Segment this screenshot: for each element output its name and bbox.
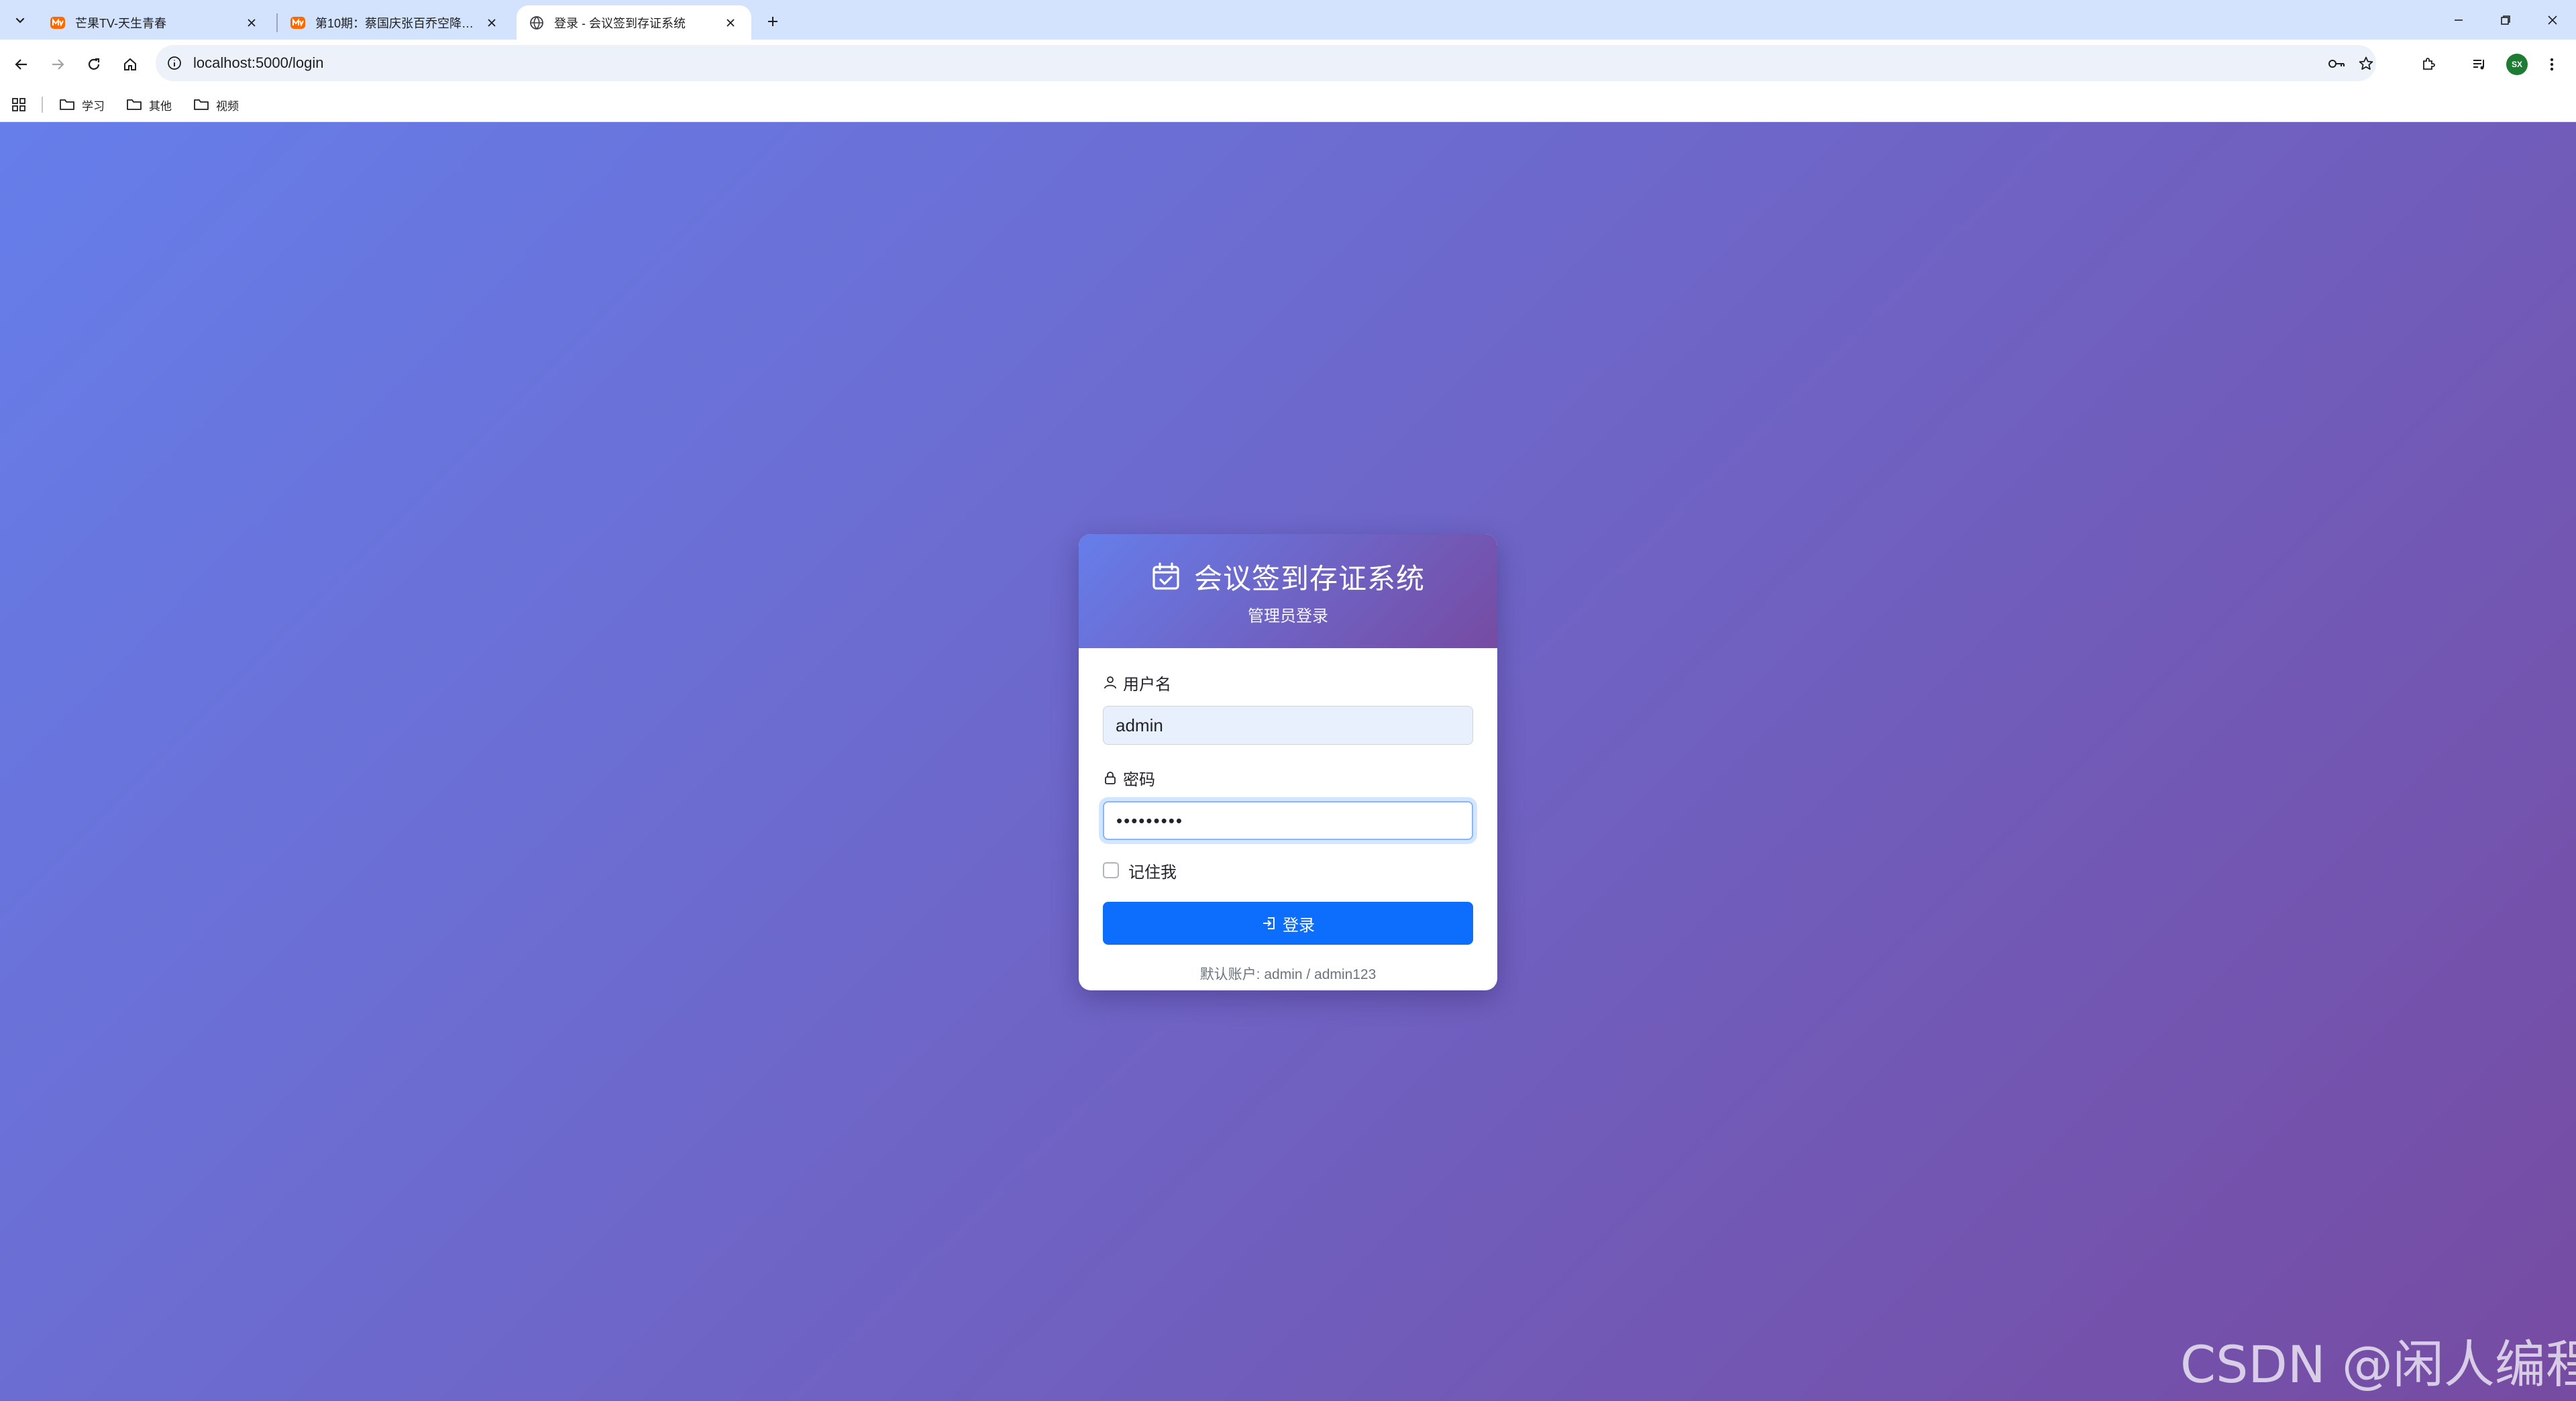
home-button[interactable] xyxy=(117,51,144,78)
page-title: 会议签到存证系统 xyxy=(1193,562,1425,594)
home-icon xyxy=(124,58,136,70)
browser-toolbar: localhost:5000/login SX xyxy=(0,40,2576,87)
login-page: 会议签到存证系统 管理员登录 用户名 admin 密码 ••••••••• 记住… xyxy=(0,122,2576,1401)
login-button-label: 登录 xyxy=(1283,916,1315,935)
profile-avatar[interactable]: SX xyxy=(2506,54,2528,75)
tab-episode[interactable]: 第10期：蔡国庆张百乔空降帮扶 xyxy=(278,5,513,40)
password-label-row: 密码 xyxy=(1103,766,1473,789)
tab-title: 第10期：蔡国庆张百乔空降帮扶 xyxy=(315,16,476,30)
remember-me-row: 记住我 xyxy=(1103,859,1473,882)
forward-button[interactable] xyxy=(44,51,71,78)
minimize-button[interactable] xyxy=(2442,5,2475,35)
restore-button[interactable] xyxy=(2489,5,2522,35)
folder-icon xyxy=(60,99,74,110)
close-icon[interactable] xyxy=(722,14,739,32)
restore-icon xyxy=(2501,15,2510,25)
tab-title: 登录 - 会议签到存证系统 xyxy=(554,16,686,30)
reload-icon xyxy=(88,58,100,70)
folder-icon xyxy=(194,99,209,110)
address-bar[interactable]: localhost:5000/login xyxy=(156,45,2376,81)
apps-button[interactable] xyxy=(9,95,28,114)
bookmark-folder-study[interactable]: 学习 xyxy=(59,94,105,115)
bookmarks-separator xyxy=(42,97,43,113)
mango-tv-icon xyxy=(290,15,306,31)
bookmarks-bar: 学习 其他 视频 xyxy=(0,87,2576,122)
password-value: ••••••••• xyxy=(1116,810,1183,831)
tab-strip: 芒果TV-天生青春 第10期：蔡国庆张百乔空降帮扶 登录 - 会议签到存证系统 xyxy=(0,0,2576,40)
new-tab-button[interactable] xyxy=(761,9,785,34)
password-input[interactable]: ••••••••• xyxy=(1103,801,1473,840)
username-input[interactable]: admin xyxy=(1103,706,1473,745)
page-subtitle: 管理员登录 xyxy=(1248,607,1328,625)
more-vertical-icon xyxy=(2550,58,2554,71)
password-label: 密码 xyxy=(1123,770,1155,789)
default-account-hint: 默认账户: admin / admin123 xyxy=(1199,967,1377,982)
site-info-icon[interactable] xyxy=(165,54,184,72)
username-label: 用户名 xyxy=(1123,675,1171,694)
arrow-left-icon xyxy=(15,59,27,70)
password-key-icon[interactable] xyxy=(2326,54,2347,74)
tab-title: 芒果TV-天生青春 xyxy=(75,16,167,30)
puzzle-icon xyxy=(2423,58,2435,70)
close-window-button[interactable] xyxy=(2536,5,2569,35)
tab-mango-tv[interactable]: 芒果TV-天生青春 xyxy=(38,5,272,40)
login-card: 会议签到存证系统 管理员登录 用户名 admin 密码 ••••••••• 记住… xyxy=(1079,534,1497,990)
watermark: CSDN @闲人编程 xyxy=(2180,1335,2576,1394)
header-title-row: 会议签到存证系统 xyxy=(1079,557,1497,596)
remember-me-checkbox[interactable] xyxy=(1103,862,1119,878)
person-icon xyxy=(1104,676,1116,689)
plus-icon xyxy=(768,17,777,26)
lock-icon xyxy=(1105,772,1116,784)
username-label-row: 用户名 xyxy=(1103,671,1473,694)
bookmark-folder-other[interactable]: 其他 xyxy=(126,94,172,115)
close-icon xyxy=(2548,15,2557,25)
apps-grid-icon xyxy=(12,98,25,111)
close-icon[interactable] xyxy=(243,14,260,32)
bookmark-star-icon[interactable] xyxy=(2356,54,2376,74)
globe-icon xyxy=(529,15,545,31)
remember-me-label[interactable]: 记住我 xyxy=(1128,859,1177,882)
bookmark-label: 学习 xyxy=(82,99,105,113)
bookmark-label: 其他 xyxy=(149,99,172,113)
bookmark-label: 视频 xyxy=(216,99,239,113)
folder-icon xyxy=(127,99,142,110)
chevron-down-icon xyxy=(15,17,25,23)
browser-menu-button[interactable] xyxy=(2538,51,2565,78)
login-button[interactable]: 登录 xyxy=(1103,902,1473,945)
box-arrow-in-right-icon xyxy=(1263,917,1275,929)
media-control-button[interactable] xyxy=(2466,51,2493,78)
login-form: 用户名 admin 密码 ••••••••• 记住我 登录 默认账户: admi… xyxy=(1079,648,1497,984)
login-card-header: 会议签到存证系统 管理员登录 xyxy=(1079,534,1497,648)
playlist-icon xyxy=(2473,60,2484,70)
bookmark-folder-video[interactable]: 视频 xyxy=(193,94,239,115)
reload-button[interactable] xyxy=(80,51,107,78)
url-text: localhost:5000/login xyxy=(193,54,324,71)
minimize-icon xyxy=(2455,19,2463,21)
extensions-button[interactable] xyxy=(2415,51,2442,78)
username-value: admin xyxy=(1116,715,1163,735)
tab-login[interactable]: 登录 - 会议签到存证系统 xyxy=(517,5,751,40)
close-icon[interactable] xyxy=(483,14,500,32)
arrow-right-icon xyxy=(52,59,64,70)
mango-tv-icon xyxy=(50,15,66,31)
back-button[interactable] xyxy=(8,51,35,78)
calendar-check-icon xyxy=(1152,562,1179,590)
tab-search-button[interactable] xyxy=(7,7,34,34)
